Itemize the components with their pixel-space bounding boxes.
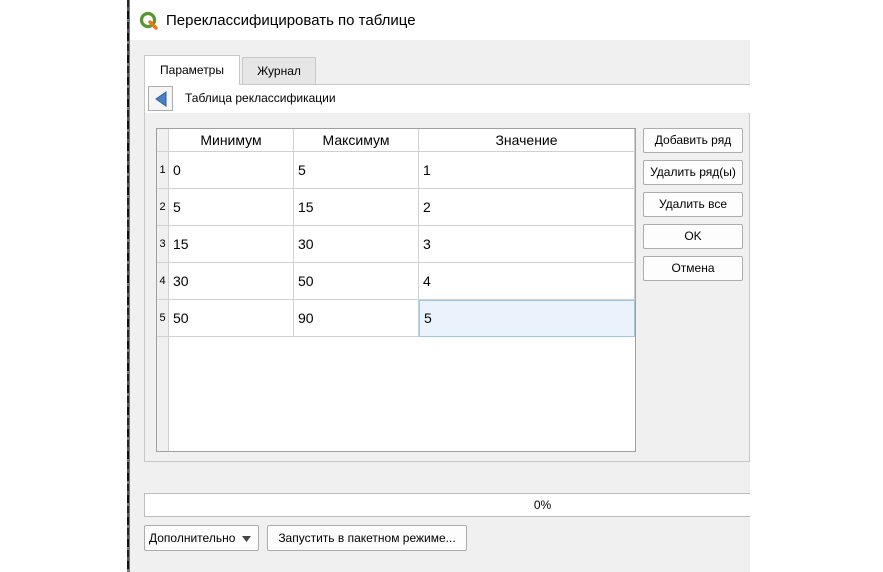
column-header-value[interactable]: Значение — [419, 129, 635, 152]
add-row-button[interactable]: Добавить ряд — [643, 128, 743, 153]
table-cell-min[interactable]: 30 — [169, 263, 294, 300]
panel-header: Таблица реклассификации — [145, 85, 751, 113]
reclassify-dialog: Переклассифицировать по таблице Параметр… — [129, 0, 751, 572]
column-header-min[interactable]: Минимум — [169, 129, 294, 152]
row-header[interactable]: 5 — [157, 300, 169, 337]
row-header[interactable]: 2 — [157, 189, 169, 226]
run-batch-button[interactable]: Запустить в пакетном режиме... — [267, 525, 467, 551]
advanced-dropdown-button[interactable]: Дополнительно — [144, 525, 259, 551]
qgis-logo-icon — [139, 11, 159, 31]
window-title: Переклассифицировать по таблице — [166, 12, 416, 29]
table-cell-value-selected[interactable]: 5 — [419, 300, 635, 337]
ok-button[interactable]: OK — [643, 224, 743, 249]
table-cell-min[interactable]: 50 — [169, 300, 294, 337]
table-cell-max[interactable]: 90 — [294, 300, 419, 337]
progress-text: 0% — [533, 498, 552, 512]
table-cell-max[interactable]: 5 — [294, 152, 419, 189]
row-header[interactable]: 1 — [157, 152, 169, 189]
cancel-button[interactable]: Отмена — [643, 256, 743, 281]
table-cell-max[interactable]: 15 — [294, 189, 419, 226]
table-cell-value[interactable]: 1 — [419, 152, 635, 189]
row-header[interactable]: 3 — [157, 226, 169, 263]
remove-rows-button[interactable]: Удалить ряд(ы) — [643, 160, 743, 185]
table-cell-max[interactable]: 30 — [294, 226, 419, 263]
back-button[interactable] — [148, 86, 173, 111]
tab-parameters[interactable]: Параметры — [144, 55, 240, 85]
table-cell-value[interactable]: 3 — [419, 226, 635, 263]
row-header-filler — [157, 337, 169, 451]
tab-log[interactable]: Журнал — [242, 57, 316, 84]
table-cell-max[interactable]: 50 — [294, 263, 419, 300]
title-bar: Переклассифицировать по таблице — [130, 0, 750, 40]
progress-bar: 0% — [144, 493, 750, 517]
table-cell-value[interactable]: 2 — [419, 189, 635, 226]
table-cell-min[interactable]: 15 — [169, 226, 294, 263]
reclass-table: Минимум Максимум Значение 1 0 5 1 2 5 15… — [156, 128, 636, 452]
back-arrow-icon — [155, 91, 167, 107]
column-header-max[interactable]: Максимум — [294, 129, 419, 152]
row-header[interactable]: 4 — [157, 263, 169, 300]
advanced-label: Дополнительно — [149, 531, 236, 545]
section-title: Таблица реклассификации — [185, 91, 336, 105]
chevron-down-icon — [242, 536, 251, 542]
remove-all-button[interactable]: Удалить все — [643, 192, 743, 217]
table-cell-min[interactable]: 5 — [169, 189, 294, 226]
table-cell-value[interactable]: 4 — [419, 263, 635, 300]
table-cell-min[interactable]: 0 — [169, 152, 294, 189]
table-corner[interactable] — [157, 129, 169, 152]
parameters-panel: Таблица реклассификации Минимум Максимум… — [144, 84, 751, 462]
